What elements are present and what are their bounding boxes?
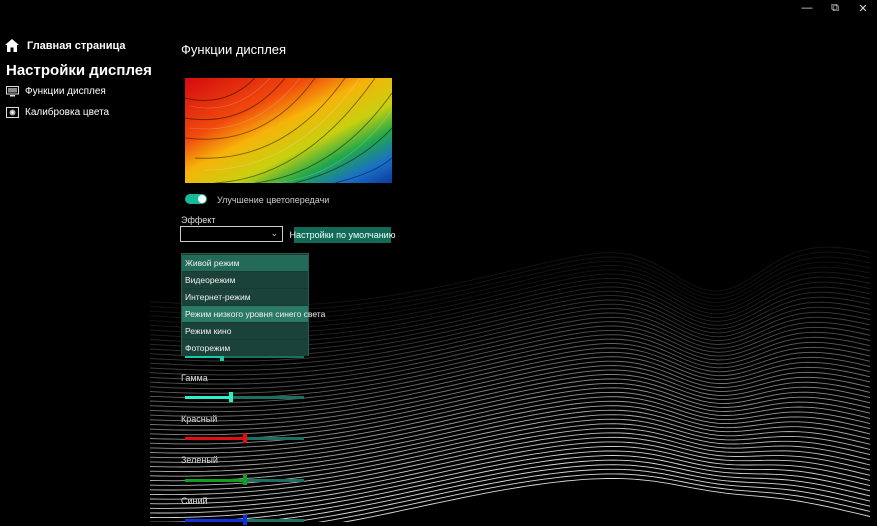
- section-title: Настройки дисплея: [6, 62, 152, 79]
- monitor-icon: [6, 86, 19, 97]
- slider-thumb[interactable]: [229, 392, 234, 402]
- green-slider[interactable]: [185, 474, 304, 486]
- sidebar-item-color-calibration[interactable]: Калибровка цвета: [6, 107, 109, 118]
- gamma-label: Гамма: [181, 373, 208, 383]
- dropdown-option[interactable]: Фоторежим: [182, 340, 308, 356]
- default-settings-button[interactable]: Настройки по умолчанию: [290, 227, 395, 243]
- blue-label: Синий: [181, 496, 208, 506]
- home-nav-item[interactable]: Главная страница: [5, 39, 126, 52]
- chevron-down-icon: ⌄: [270, 228, 278, 238]
- dropdown-option[interactable]: Режим кино: [182, 323, 308, 339]
- effect-dropdown-list: Живой режим Видеорежим Интернет-режим Ре…: [181, 253, 325, 356]
- maximize-button[interactable]: ⧉: [821, 0, 849, 16]
- home-icon: [5, 39, 19, 52]
- slider-thumb[interactable]: [242, 475, 247, 485]
- color-enhancement-toggle[interactable]: [185, 194, 207, 204]
- slider-thumb[interactable]: [242, 433, 247, 443]
- effect-select[interactable]: ⌄: [180, 226, 283, 242]
- gamma-slider[interactable]: [185, 391, 304, 403]
- dropdown-option[interactable]: Живой режим: [182, 255, 308, 271]
- sidebar-item-label: Функции дисплея: [25, 86, 106, 97]
- minimize-button[interactable]: —: [793, 0, 821, 16]
- red-slider[interactable]: [185, 432, 304, 444]
- blue-slider[interactable]: [185, 514, 304, 526]
- sidebar-item-label: Калибровка цвета: [25, 107, 110, 118]
- effect-label: Эффект: [181, 215, 216, 225]
- home-label: Главная страница: [27, 39, 126, 52]
- sidebar-item-display-functions[interactable]: Функции дисплея: [6, 86, 106, 97]
- red-label: Красный: [181, 414, 218, 424]
- close-button[interactable]: ✕: [849, 0, 877, 16]
- color-enhancement-label: Улучшение цветопередачи: [217, 195, 330, 205]
- slider-thumb[interactable]: [242, 515, 247, 525]
- calibration-icon: [6, 107, 19, 118]
- window-controls: — ⧉ ✕: [793, 0, 877, 18]
- dropdown-option[interactable]: Режим низкого уровня синего света: [182, 306, 325, 322]
- dropdown-option[interactable]: Видеорежим: [182, 272, 308, 288]
- preview-image: [185, 78, 392, 183]
- green-label: Зеленый: [181, 455, 218, 465]
- page-title: Функции дисплея: [181, 42, 287, 57]
- dropdown-option[interactable]: Интернет-режим: [182, 289, 308, 305]
